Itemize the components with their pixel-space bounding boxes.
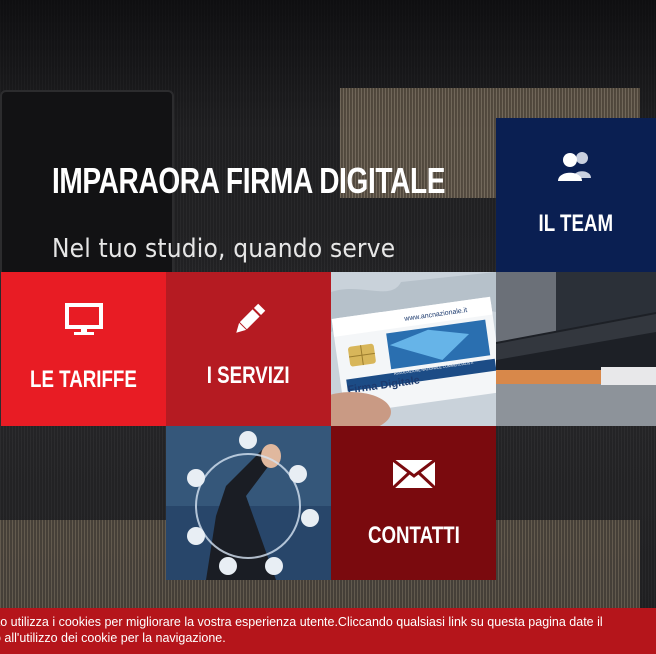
team-tile[interactable]: IL TEAM (496, 118, 656, 272)
cookie-banner[interactable]: ito utilizza i cookies per migliorare la… (0, 608, 656, 654)
pencil-icon (231, 302, 267, 338)
monitor-icon (64, 302, 103, 338)
hero-title: IMPARAORA FIRMA DIGITALE (52, 160, 446, 201)
network-photo (166, 426, 331, 580)
laptop-image (496, 272, 656, 426)
envelope-icon (391, 456, 436, 492)
team-label: IL TEAM (538, 210, 614, 237)
cookie-text-line2: o all'utilizzo dei cookie per la navigaz… (0, 631, 226, 645)
smart-card-image: Firma Digitale www.ancnazionale.it ASSOC… (331, 272, 496, 426)
contatti-tile[interactable]: CONTATTI (331, 426, 496, 580)
contatti-label: CONTATTI (367, 522, 460, 549)
users-icon (555, 148, 597, 184)
laptop-photo (496, 272, 656, 426)
tariffe-tile[interactable]: LE TARIFFE (1, 272, 166, 426)
hero-subtitle: Nel tuo studio, quando serve (52, 234, 396, 264)
tariffe-label: LE TARIFFE (30, 366, 137, 393)
network-business-image (166, 426, 331, 580)
cookie-text-line1: ito utilizza i cookies per migliorare la… (0, 615, 603, 629)
servizi-tile[interactable]: I SERVIZI (166, 272, 331, 426)
servizi-label: I SERVIZI (207, 362, 290, 389)
firma-digitale-image: Firma Digitale www.ancnazionale.it ASSOC… (331, 272, 496, 426)
